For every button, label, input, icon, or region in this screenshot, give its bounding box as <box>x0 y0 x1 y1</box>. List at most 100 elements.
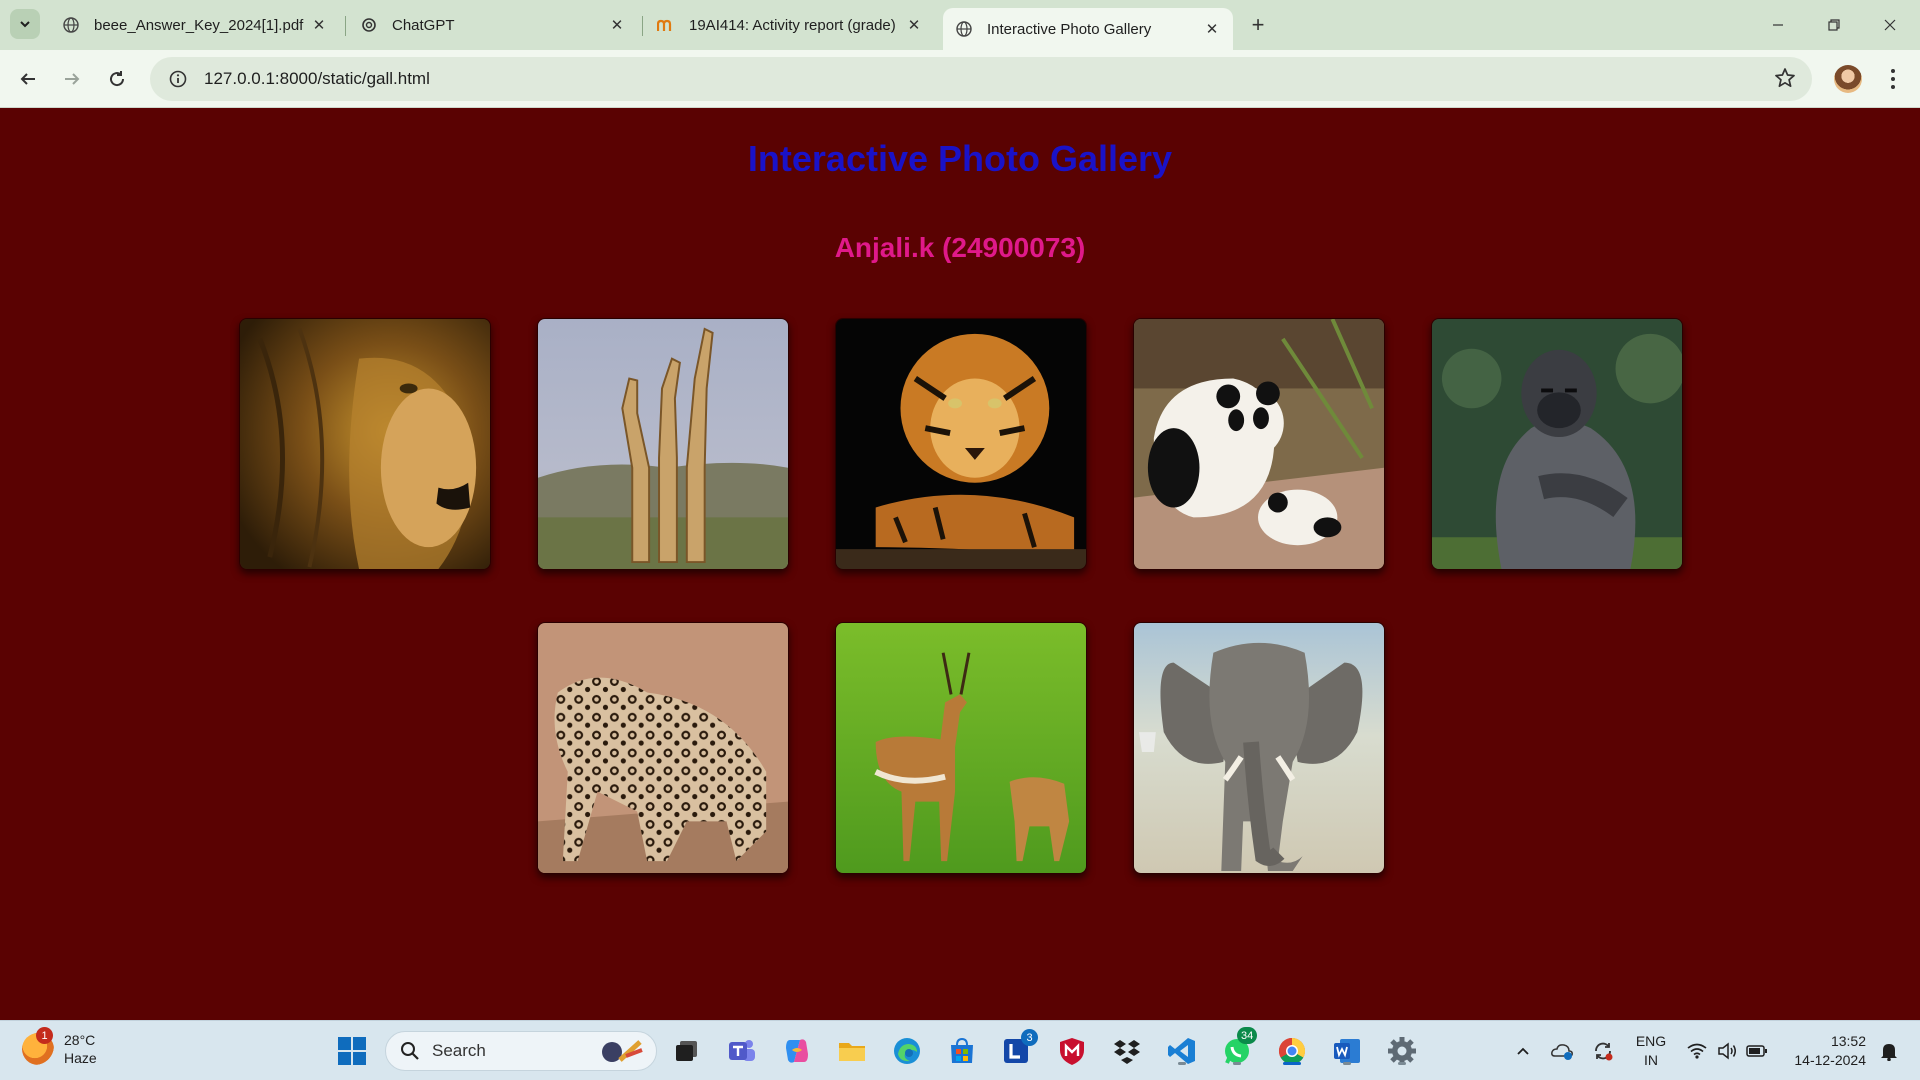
wifi-icon <box>1687 1043 1707 1059</box>
windows-logo-icon <box>338 1037 366 1065</box>
gallery-photo-giraffes[interactable] <box>537 318 789 570</box>
search-placeholder: Search <box>432 1041 486 1060</box>
gallery-photo-lion[interactable] <box>239 318 491 570</box>
tab-answer-key[interactable]: beee_Answer_Key_2024[1].pdf ✕ <box>50 8 340 42</box>
microsoft-store-button[interactable] <box>944 1033 980 1069</box>
restore-button[interactable] <box>1806 0 1862 50</box>
close-icon[interactable]: ✕ <box>1203 20 1221 38</box>
address-bar[interactable]: 127.0.0.1:8000/static/gall.html <box>150 57 1812 101</box>
gallery-page: Interactive Photo Gallery Anjali.k (2490… <box>0 108 1920 1020</box>
folder-icon <box>839 1043 865 1061</box>
onedrive-tray-icon[interactable] <box>1545 1021 1579 1080</box>
file-explorer-button[interactable] <box>834 1033 870 1069</box>
vscode-button[interactable] <box>1164 1033 1200 1069</box>
input-language-button[interactable]: ENG IN <box>1633 1032 1669 1070</box>
tab-title: ChatGPT <box>392 16 455 34</box>
new-tab-button[interactable]: + <box>1244 11 1272 39</box>
weather-condition: Haze <box>64 1050 97 1066</box>
globe-icon <box>62 16 80 34</box>
tab-title: 19AI414: Activity report (grade) <box>689 16 896 34</box>
tab-search-button[interactable] <box>10 9 40 39</box>
tab-photo-gallery[interactable]: Interactive Photo Gallery ✕ <box>943 8 1233 50</box>
gallery-photo-leopard[interactable] <box>537 622 789 874</box>
clock[interactable]: 13:52 14-12-2024 <box>1786 1032 1866 1070</box>
chatgpt-icon <box>360 16 378 34</box>
battery-tray-icon[interactable] <box>1742 1021 1772 1080</box>
battery-icon <box>1746 1045 1767 1057</box>
close-icon[interactable]: ✕ <box>310 16 328 34</box>
tab-title: Interactive Photo Gallery <box>987 20 1152 38</box>
settings-button[interactable] <box>1384 1033 1420 1069</box>
close-window-button[interactable] <box>1862 0 1918 50</box>
lion-image <box>240 319 490 569</box>
taskbar-search-box[interactable]: Search <box>385 1031 657 1071</box>
chevron-down-icon <box>20 21 30 28</box>
tab-title: beee_Answer_Key_2024[1].pdf <box>94 16 304 34</box>
wifi-tray-icon[interactable] <box>1682 1021 1712 1080</box>
volume-tray-icon[interactable] <box>1712 1021 1742 1080</box>
start-button[interactable] <box>334 1033 370 1069</box>
region-code: IN <box>1644 1052 1658 1068</box>
gallery-photo-gorilla[interactable] <box>1431 318 1683 570</box>
notifications-button[interactable] <box>1872 1021 1906 1080</box>
pandas-image <box>1134 319 1384 569</box>
word-button[interactable] <box>1329 1033 1365 1069</box>
page-subtitle: Anjali.k (24900073) <box>834 232 1086 263</box>
restore-icon <box>1828 19 1840 31</box>
gallery-photo-impala[interactable] <box>835 622 1087 874</box>
elephant-image <box>1134 623 1384 873</box>
tab-chatgpt[interactable]: ChatGPT ✕ <box>348 8 638 42</box>
arrow-left-icon <box>20 73 35 85</box>
bookmark-star-icon[interactable] <box>1774 67 1796 94</box>
cloud-icon <box>1551 1044 1573 1060</box>
search-highlight-icon <box>602 1040 643 1062</box>
chrome-button[interactable] <box>1274 1033 1310 1069</box>
clock-date: 14-12-2024 <box>1794 1052 1866 1068</box>
close-icon[interactable]: ✕ <box>905 16 923 34</box>
profile-avatar[interactable] <box>1834 65 1862 93</box>
teams-button[interactable] <box>724 1033 760 1069</box>
reload-button[interactable] <box>99 61 135 97</box>
language-code: ENG <box>1635 1033 1667 1049</box>
whatsapp-button[interactable]: 34 <box>1219 1027 1258 1069</box>
back-button[interactable] <box>10 61 46 97</box>
bell-icon <box>1881 1044 1897 1061</box>
tiger-image <box>836 319 1086 569</box>
show-hidden-icons-button[interactable] <box>1508 1021 1538 1080</box>
sync-tray-icon[interactable] <box>1586 1021 1620 1080</box>
clock-time: 13:52 <box>1830 1033 1866 1049</box>
edge-icon <box>894 1038 920 1064</box>
browser-toolbar: 127.0.0.1:8000/static/gall.html <box>0 50 1920 108</box>
site-info-icon[interactable] <box>156 57 200 101</box>
weather-sun-icon: 1 <box>22 1027 54 1065</box>
moodle-icon <box>657 16 675 34</box>
shield-icon <box>1060 1038 1084 1065</box>
teams-l-button[interactable]: 3 <box>999 1029 1038 1069</box>
task-view-icon <box>676 1041 697 1061</box>
gallery-photo-tiger[interactable] <box>835 318 1087 570</box>
url-text: 127.0.0.1:8000/static/gall.html <box>204 69 430 88</box>
dropbox-button[interactable] <box>1109 1033 1145 1069</box>
arrow-right-icon <box>65 73 80 85</box>
weather-temperature: 28°C <box>64 1032 96 1048</box>
page-title: Interactive Photo Gallery <box>747 138 1173 179</box>
task-view-button[interactable] <box>669 1033 705 1069</box>
whatsapp-badge: 34 <box>1237 1027 1258 1044</box>
edge-button[interactable] <box>889 1033 925 1069</box>
copilot-button[interactable] <box>779 1033 815 1069</box>
speaker-icon <box>1718 1042 1736 1060</box>
gallery-photo-pandas[interactable] <box>1133 318 1385 570</box>
forward-button[interactable] <box>54 61 90 97</box>
gallery-photo-elephant[interactable] <box>1133 622 1385 874</box>
impala-image <box>836 623 1086 873</box>
minimize-button[interactable] <box>1750 0 1806 50</box>
gorilla-image <box>1432 319 1682 569</box>
search-icon <box>401 1042 419 1060</box>
weather-widget[interactable]: 1 28°C Haze <box>22 1027 97 1067</box>
tab-activity-report[interactable]: 19AI414: Activity report (grade) ✕ <box>645 8 935 42</box>
dropbox-icon <box>1114 1040 1140 1064</box>
mcafee-button[interactable] <box>1054 1033 1090 1069</box>
notification-badge: 1 <box>36 1027 53 1044</box>
close-icon[interactable]: ✕ <box>608 16 626 34</box>
browser-menu-button[interactable] <box>1878 62 1908 96</box>
